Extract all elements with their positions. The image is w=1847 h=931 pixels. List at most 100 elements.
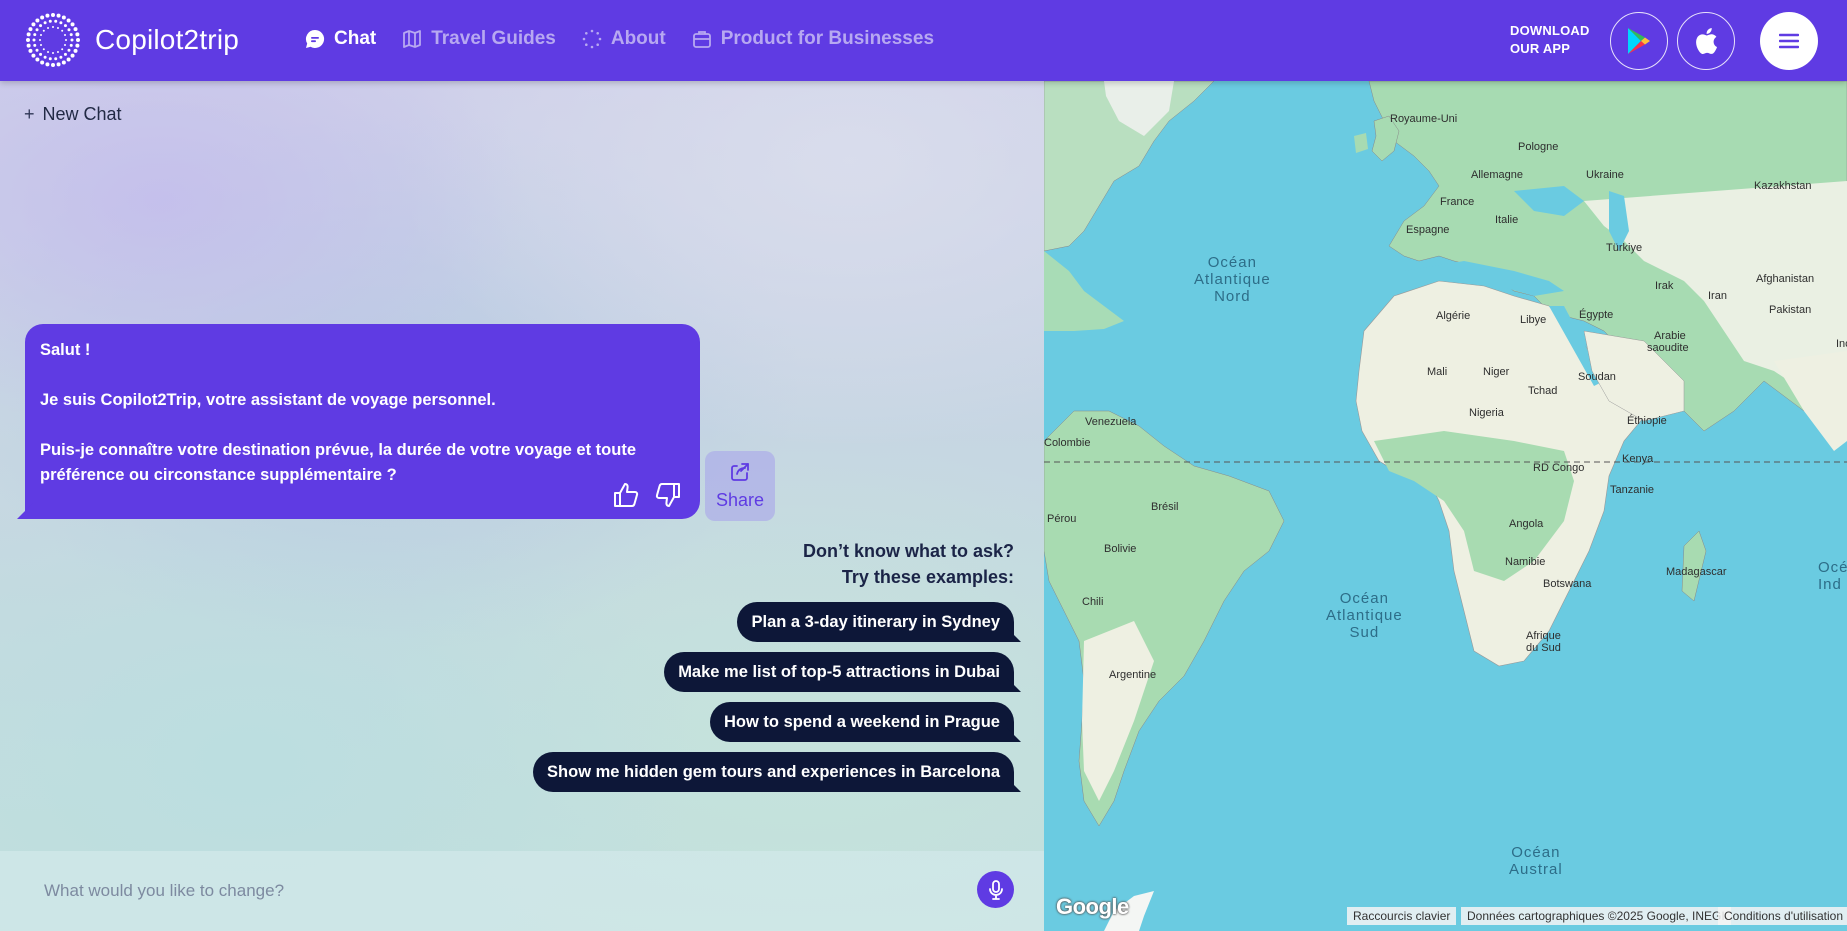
ocean-label-line: Sud bbox=[1349, 624, 1380, 641]
map-label-saudi-arabia-2: saoudite bbox=[1647, 342, 1689, 354]
app-store-button[interactable] bbox=[1677, 12, 1735, 70]
ocean-label-south-atlantic: Océan Atlantique Sud bbox=[1326, 590, 1403, 641]
map-label-chile: Chili bbox=[1082, 596, 1104, 608]
main-nav: Chat Travel Guides About Product for Bus… bbox=[304, 28, 959, 50]
ocean-label-line: Austral bbox=[1509, 861, 1563, 878]
message-question: Puis-je connaître votre destination prév… bbox=[40, 441, 636, 484]
logo-sunburst-icon bbox=[26, 13, 80, 67]
map-label-afghanistan: Afghanistan bbox=[1756, 273, 1815, 285]
map-label-pakistan: Pakistan bbox=[1769, 304, 1812, 316]
chat-panel: + New Chat Salut ! Je suis Copilot2Trip,… bbox=[0, 81, 1044, 931]
world-map[interactable]: Royaume-Uni Pologne Allemagne Ukraine Ka… bbox=[1044, 81, 1847, 931]
map-label-turkey: Türkiye bbox=[1606, 242, 1643, 254]
chat-input-bar bbox=[0, 851, 1044, 931]
nav-travel-guides-label: Travel Guides bbox=[431, 28, 556, 49]
example-prompt[interactable]: Show me hidden gem tours and experiences… bbox=[533, 752, 1014, 792]
share-button[interactable]: Share bbox=[705, 451, 775, 521]
logo[interactable]: Copilot2trip bbox=[25, 11, 239, 69]
ocean-label-indian: Océ Ind bbox=[1818, 559, 1847, 593]
google-play-icon bbox=[1628, 28, 1650, 54]
briefcase-icon bbox=[691, 28, 713, 50]
example-prompt[interactable]: How to spend a weekend in Prague bbox=[710, 702, 1014, 742]
map-label-ethiopia: Éthiopie bbox=[1627, 415, 1667, 427]
map-label-tanzania: Tanzanie bbox=[1610, 484, 1655, 496]
map-label-niger: Niger bbox=[1483, 366, 1510, 378]
microphone-icon bbox=[988, 879, 1003, 900]
map-label-peru: Pérou bbox=[1047, 513, 1077, 525]
map-label-saudi-arabia-1: Arabie bbox=[1654, 330, 1686, 342]
map-label-south-africa-2: du Sud bbox=[1526, 642, 1561, 654]
map-label-colombia: Colombie bbox=[1044, 437, 1091, 449]
map-label-egypt: Égypte bbox=[1579, 309, 1614, 321]
map-label-brazil: Brésil bbox=[1151, 501, 1179, 513]
share-label: Share bbox=[715, 490, 765, 510]
download-line-2: OUR APP bbox=[1510, 41, 1571, 56]
map-icon bbox=[401, 28, 423, 50]
map-label-venezuela: Venezuela bbox=[1085, 416, 1137, 428]
map-label-germany: Allemagne bbox=[1471, 169, 1523, 181]
download-app-text: DOWNLOAD OUR APP bbox=[1510, 22, 1590, 58]
plus-icon: + bbox=[24, 104, 35, 124]
share-icon bbox=[729, 461, 751, 488]
map-label-spain: Espagne bbox=[1406, 224, 1450, 236]
nav-product-for-businesses[interactable]: Product for Businesses bbox=[691, 28, 934, 50]
map-label-italy: Italie bbox=[1495, 214, 1519, 226]
examples-heading: Don’t know what to ask? Try these exampl… bbox=[614, 538, 1014, 590]
map-label-poland: Pologne bbox=[1518, 141, 1559, 153]
download-line-1: DOWNLOAD bbox=[1510, 23, 1590, 38]
new-chat-button[interactable]: + New Chat bbox=[24, 104, 122, 125]
microphone-button[interactable] bbox=[977, 871, 1014, 908]
example-prompt[interactable]: Plan a 3-day itinerary in Sydney bbox=[737, 602, 1014, 642]
map-label-france: France bbox=[1440, 196, 1475, 208]
ocean-label-north-atlantic: Océan Atlantique Nord bbox=[1194, 254, 1271, 305]
apple-icon bbox=[1696, 28, 1717, 54]
nav-about[interactable]: About bbox=[581, 28, 666, 50]
message-greeting: Salut ! bbox=[40, 341, 91, 359]
examples-heading-line-1: Don’t know what to ask? bbox=[802, 541, 1014, 561]
map-label-argentina: Argentine bbox=[1109, 669, 1157, 681]
chat-input[interactable] bbox=[44, 873, 944, 909]
ocean-label-line: Ind bbox=[1818, 576, 1842, 593]
map-label-kazakhstan: Kazakhstan bbox=[1754, 180, 1812, 192]
ocean-label-line: Nord bbox=[1214, 288, 1251, 305]
map-label-south-africa-1: Afrique bbox=[1526, 630, 1561, 642]
thumbs-up-button[interactable] bbox=[610, 479, 642, 511]
thumbs-down-icon bbox=[655, 483, 680, 507]
ocean-label-line: Océan bbox=[1511, 844, 1561, 861]
nav-chat[interactable]: Chat bbox=[304, 28, 376, 50]
nav-product-for-businesses-label: Product for Businesses bbox=[720, 28, 935, 49]
map-label-nigeria: Nigeria bbox=[1469, 407, 1504, 419]
map-label-drc: RD Congo bbox=[1533, 462, 1585, 474]
map-label-bolivia: Bolivie bbox=[1104, 543, 1137, 555]
new-chat-label: New Chat bbox=[42, 104, 122, 124]
map-label-madagascar: Madagascar bbox=[1666, 566, 1727, 578]
google-logo[interactable]: Google bbox=[1056, 894, 1129, 920]
message-intro: Je suis Copilot2Trip, votre assistant de… bbox=[40, 391, 496, 409]
menu-button[interactable] bbox=[1760, 12, 1818, 70]
nav-chat-label: Chat bbox=[334, 28, 377, 49]
map-data-attribution: Données cartographiques ©2025 Google, IN… bbox=[1461, 907, 1731, 925]
chat-bubble-icon bbox=[304, 28, 326, 50]
map-label-ukraine: Ukraine bbox=[1586, 169, 1624, 181]
google-play-button[interactable] bbox=[1610, 12, 1668, 70]
map-label-uk: Royaume-Uni bbox=[1390, 113, 1458, 125]
keyboard-shortcuts-link[interactable]: Raccourcis clavier bbox=[1347, 907, 1457, 925]
nav-travel-guides[interactable]: Travel Guides bbox=[401, 28, 556, 50]
map-label-sudan: Soudan bbox=[1578, 371, 1616, 383]
thumbs-down-button[interactable] bbox=[652, 479, 684, 511]
map-label-botswana: Botswana bbox=[1543, 578, 1592, 590]
ocean-label-line: Océ bbox=[1818, 559, 1847, 576]
top-header: Copilot2trip Chat Travel Guides About Pr… bbox=[0, 0, 1847, 81]
map-label-mali: Mali bbox=[1427, 366, 1448, 378]
thumbs-up-icon bbox=[614, 483, 639, 507]
ocean-label-line: Atlantique bbox=[1326, 607, 1403, 624]
sun-dots-icon bbox=[581, 28, 603, 50]
example-prompt[interactable]: Make me list of top-5 attractions in Dub… bbox=[664, 652, 1014, 692]
terms-of-use-link[interactable]: Conditions d'utilisation bbox=[1718, 907, 1847, 925]
map-label-india: Inc bbox=[1836, 338, 1847, 350]
brand-name: Copilot2trip bbox=[95, 24, 240, 55]
ocean-label-southern: Océan Austral bbox=[1509, 844, 1563, 878]
map-label-angola: Angola bbox=[1509, 518, 1544, 530]
ocean-label-line: Atlantique bbox=[1194, 271, 1271, 288]
ocean-label-line: Océan bbox=[1339, 590, 1389, 607]
